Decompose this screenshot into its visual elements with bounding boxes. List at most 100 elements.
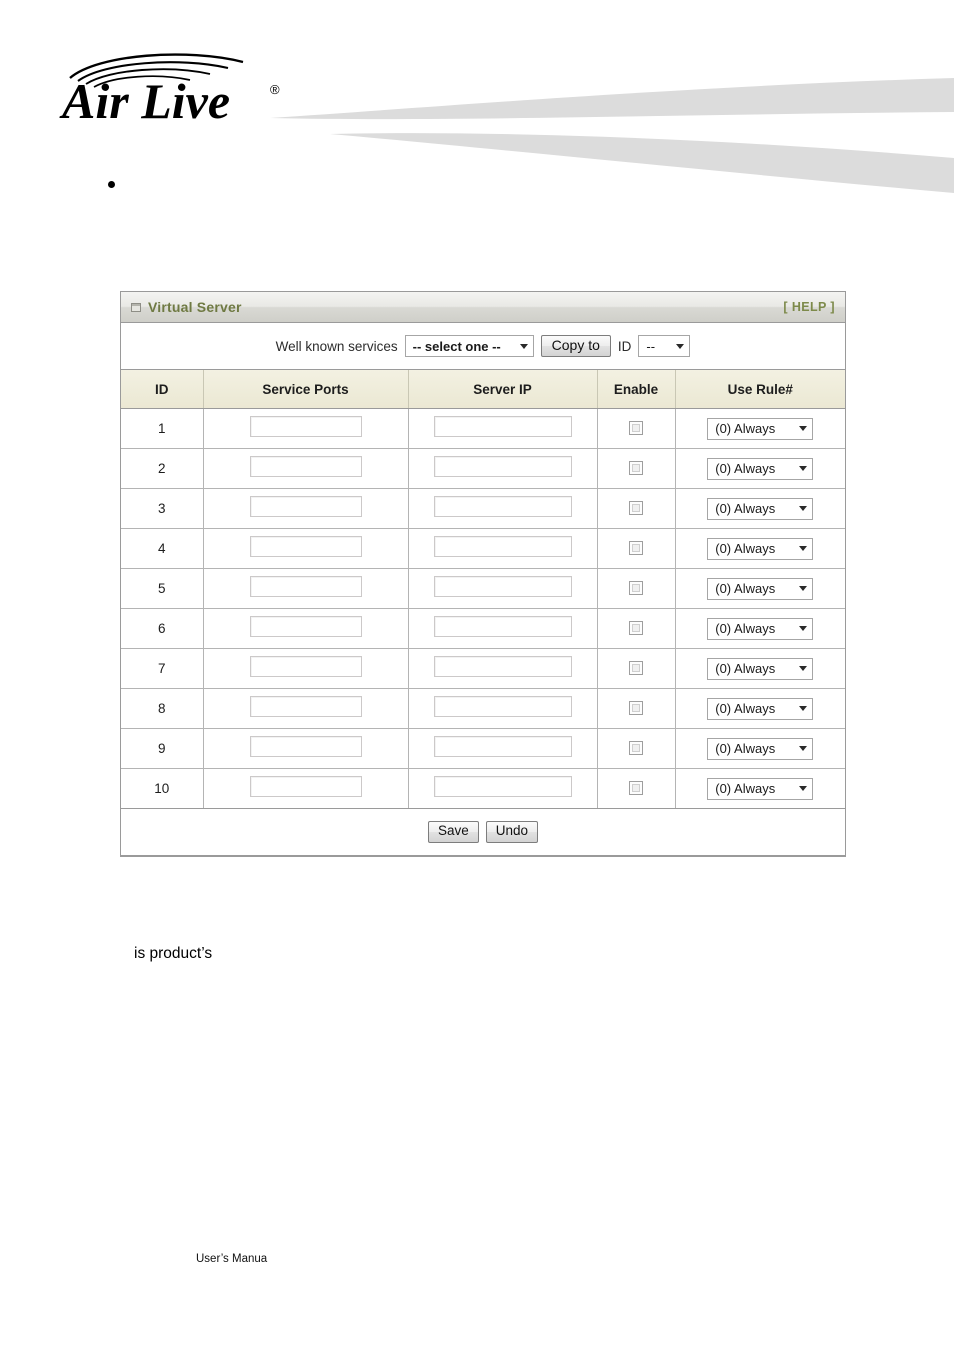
column-header-id: ID — [121, 370, 204, 409]
table-row: 8 (0) Always — [121, 688, 845, 729]
server-ip-cell — [408, 568, 598, 609]
service-ports-input[interactable] — [249, 495, 362, 517]
server-ip-input[interactable] — [433, 495, 572, 517]
table-footer-row: Save Undo — [121, 808, 845, 856]
svg-text:Air Live: Air Live — [59, 73, 230, 128]
server-ip-cell — [408, 688, 598, 729]
header-swoosh-decoration — [270, 78, 954, 193]
enable-checkbox[interactable] — [629, 541, 643, 556]
virtual-server-table: ID Service Ports Server IP Enable Use Ru… — [121, 370, 845, 856]
service-ports-cell — [203, 648, 409, 689]
row-id-value: 2 — [157, 460, 166, 476]
row-id-value: 4 — [157, 540, 166, 556]
use-rule-select[interactable]: (0) Always — [707, 697, 814, 720]
table-row: 9 (0) Always — [121, 728, 845, 769]
enable-cell — [597, 488, 676, 529]
svg-text:®: ® — [270, 82, 280, 97]
row-id-cell: 6 — [121, 608, 204, 649]
use-rule-cell: (0) Always — [675, 528, 845, 569]
enable-checkbox[interactable] — [629, 581, 643, 596]
use-rule-value: (0) Always — [715, 701, 776, 716]
page-title: Virtual Server — [148, 299, 242, 315]
enable-checkbox[interactable] — [629, 701, 643, 716]
chevron-down-icon — [799, 706, 808, 711]
enable-checkbox[interactable] — [629, 501, 643, 516]
use-rule-cell: (0) Always — [675, 768, 845, 809]
use-rule-select[interactable]: (0) Always — [707, 577, 814, 600]
table-row: 4 (0) Always — [121, 528, 845, 569]
server-ip-input[interactable] — [433, 535, 572, 557]
well-known-services-select[interactable]: -- select one -- — [404, 335, 534, 357]
service-ports-input[interactable] — [249, 735, 362, 757]
use-rule-select[interactable]: (0) Always — [707, 537, 814, 560]
copy-to-id-select[interactable]: -- — [638, 335, 691, 357]
use-rule-value: (0) Always — [715, 661, 776, 676]
service-ports-input[interactable] — [249, 655, 362, 677]
use-rule-select[interactable]: (0) Always — [707, 617, 814, 640]
use-rule-select[interactable]: (0) Always — [707, 657, 814, 680]
server-ip-cell — [408, 608, 598, 649]
save-button[interactable]: Save — [427, 821, 479, 843]
table-row: 10 (0) Always — [121, 768, 845, 809]
server-ip-input[interactable] — [433, 775, 572, 797]
panel-title-bar: Virtual Server [ HELP ] — [121, 292, 845, 323]
row-id-cell: 5 — [121, 568, 204, 609]
undo-button[interactable]: Undo — [485, 821, 539, 843]
page-footer-text: User’s Manua — [196, 1253, 268, 1265]
service-ports-input[interactable] — [249, 575, 362, 597]
use-rule-select[interactable]: (0) Always — [707, 497, 814, 520]
service-ports-input[interactable] — [249, 775, 362, 797]
table-footer-cell: Save Undo — [121, 808, 845, 856]
enable-checkbox[interactable] — [629, 781, 643, 796]
enable-checkbox[interactable] — [629, 461, 643, 476]
copy-to-button[interactable]: Copy to — [540, 334, 611, 358]
server-ip-input[interactable] — [433, 735, 572, 757]
bullet-marker-icon — [108, 180, 115, 188]
enable-checkbox[interactable] — [629, 621, 643, 636]
server-ip-input[interactable] — [433, 415, 572, 437]
service-ports-input[interactable] — [249, 615, 362, 637]
chevron-down-icon — [519, 343, 528, 349]
use-rule-select[interactable]: (0) Always — [707, 737, 814, 760]
chevron-down-icon — [799, 546, 808, 551]
row-id-value: 1 — [157, 420, 166, 436]
row-id-cell: 7 — [121, 648, 204, 689]
enable-checkbox[interactable] — [629, 661, 643, 676]
server-ip-input[interactable] — [433, 615, 572, 637]
row-id-cell: 10 — [121, 768, 204, 809]
service-ports-cell — [203, 688, 409, 729]
server-ip-cell — [408, 448, 598, 489]
copy-to-id-label: ID — [617, 338, 632, 354]
service-ports-cell — [203, 488, 409, 529]
server-ip-cell — [408, 488, 598, 529]
use-rule-select[interactable]: (0) Always — [707, 417, 814, 440]
body-text-fragment: is product’s — [134, 945, 213, 962]
row-id-value: 9 — [157, 740, 166, 756]
use-rule-cell: (0) Always — [675, 608, 845, 649]
use-rule-cell: (0) Always — [675, 728, 845, 769]
service-ports-cell — [203, 528, 409, 569]
row-id-value: 10 — [154, 780, 170, 796]
service-ports-input[interactable] — [249, 535, 362, 557]
use-rule-value: (0) Always — [715, 781, 776, 796]
form-actions: Save Undo — [121, 821, 845, 843]
enable-checkbox[interactable] — [629, 421, 643, 436]
use-rule-select[interactable]: (0) Always — [707, 457, 814, 480]
table-body: 1 (0) Always 2 (0) Always 3 (0) Always 4 (0) Al… — [121, 408, 845, 809]
column-header-use-rule: Use Rule# — [675, 370, 845, 409]
server-ip-input[interactable] — [433, 455, 572, 477]
service-ports-input[interactable] — [249, 455, 362, 477]
server-ip-input[interactable] — [433, 655, 572, 677]
service-ports-input[interactable] — [249, 415, 362, 437]
table-row: 6 (0) Always — [121, 608, 845, 649]
service-ports-cell — [203, 408, 409, 449]
use-rule-select[interactable]: (0) Always — [707, 777, 814, 800]
help-link[interactable]: [ HELP ] — [783, 300, 835, 314]
service-ports-input[interactable] — [249, 695, 362, 717]
enable-checkbox[interactable] — [629, 741, 643, 756]
well-known-services-select-value: -- select one -- — [412, 338, 501, 354]
server-ip-input[interactable] — [433, 695, 572, 717]
chevron-down-icon — [799, 626, 808, 631]
page-header: Air Live ® — [0, 0, 954, 193]
server-ip-input[interactable] — [433, 575, 572, 597]
